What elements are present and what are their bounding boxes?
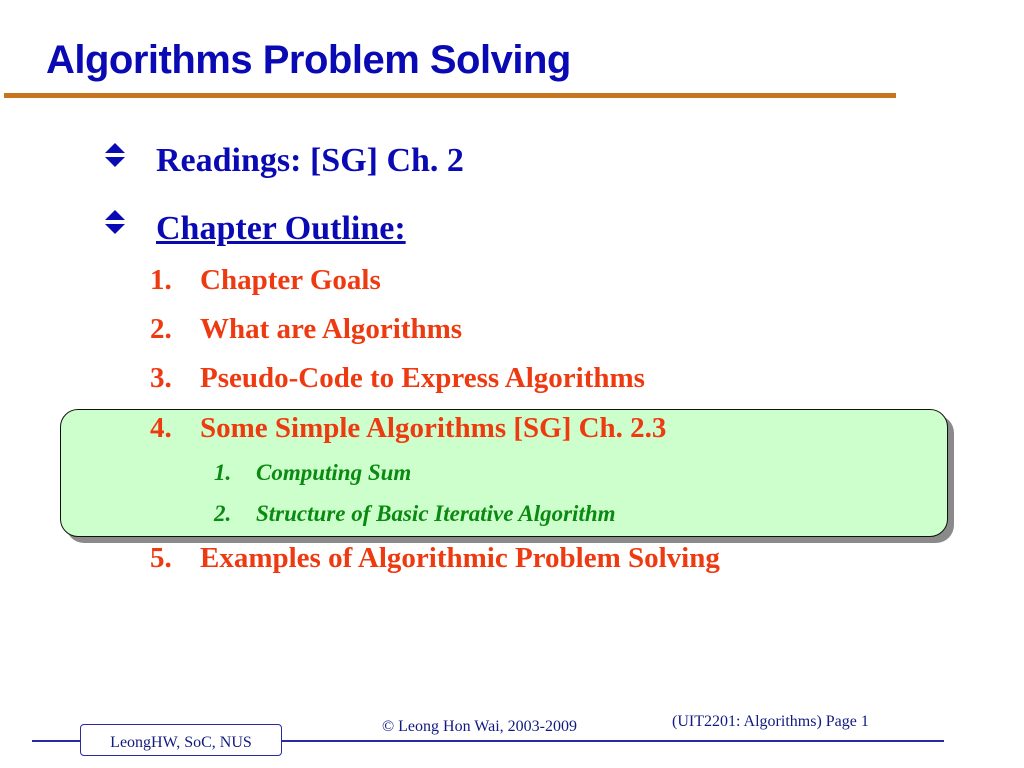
footer-page-number: (UIT2201: Algorithms) Page 1	[672, 713, 869, 730]
outline-item: 3. Pseudo-Code to Express Algorithms	[150, 362, 645, 395]
outline-subitem-number: 1.	[214, 460, 232, 485]
double-triangle-bullet-icon	[105, 210, 125, 234]
outline-subitem-label: Structure of Basic Iterative Algorithm	[256, 501, 616, 526]
outline-item-number: 5.	[150, 542, 172, 574]
footer-author-box: LeongHW, SoC, NUS	[80, 724, 282, 756]
outline-item-number: 3.	[150, 362, 172, 394]
outline-item-label: Chapter Goals	[200, 264, 381, 296]
outline-item: 5. Examples of Algorithmic Problem Solvin…	[150, 542, 720, 575]
outline-item: 1. Chapter Goals	[150, 264, 381, 297]
outline-subitem: 2. Structure of Basic Iterative Algorithm	[214, 501, 616, 527]
slide-title: Algorithms Problem Solving	[46, 38, 571, 82]
outline-item-label: What are Algorithms	[200, 313, 463, 345]
double-triangle-bullet-icon	[105, 143, 125, 167]
title-divider	[4, 93, 896, 98]
readings-bullet: Readings: [SG] Ch. 2	[156, 142, 464, 179]
outline-item-number: 1.	[150, 264, 172, 296]
outline-item-highlighted: 4. Some Simple Algorithms [SG] Ch. 2.3	[150, 412, 666, 445]
outline-item-number: 4.	[150, 412, 172, 444]
outline-item-label: Examples of Algorithmic Problem Solving	[200, 542, 720, 574]
footer-copyright: © Leong Hon Wai, 2003-2009	[382, 718, 577, 735]
outline-item-label: Some Simple Algorithms [SG] Ch. 2.3	[200, 412, 667, 444]
outline-subitem-number: 2.	[214, 501, 232, 526]
outline-subitem: 1. Computing Sum	[214, 460, 411, 486]
outline-item-label: Pseudo-Code to Express Algorithms	[200, 362, 645, 394]
outline-item: 2. What are Algorithms	[150, 313, 462, 346]
outline-item-number: 2.	[150, 313, 172, 345]
chapter-outline-heading: Chapter Outline:	[156, 210, 406, 247]
outline-subitem-label: Computing Sum	[256, 460, 412, 485]
